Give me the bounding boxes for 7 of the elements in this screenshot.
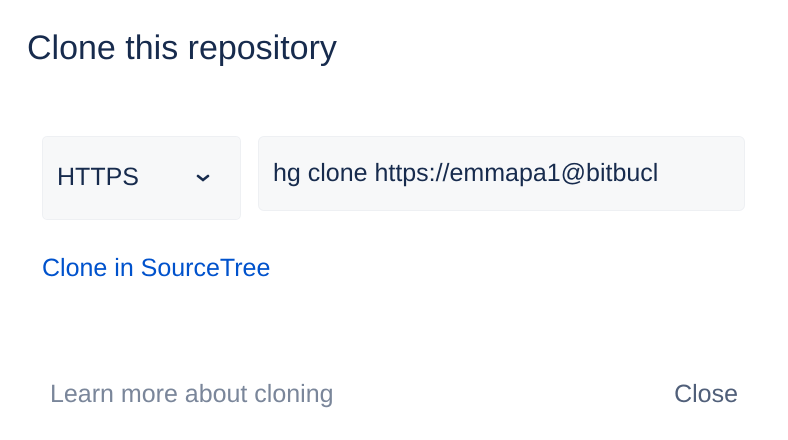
clone-command-field[interactable]: hg clone https://emmapa1@bitbucl <box>258 136 745 211</box>
sourcetree-link[interactable]: Clone in SourceTree <box>42 254 270 282</box>
learn-more-link[interactable]: Learn more about cloning <box>50 376 334 413</box>
dialog-title: Clone this repository <box>27 28 338 69</box>
protocol-dropdown[interactable]: HTTPS <box>42 136 241 220</box>
close-button[interactable]: Close <box>674 376 738 413</box>
chevron-down-icon <box>196 174 210 182</box>
